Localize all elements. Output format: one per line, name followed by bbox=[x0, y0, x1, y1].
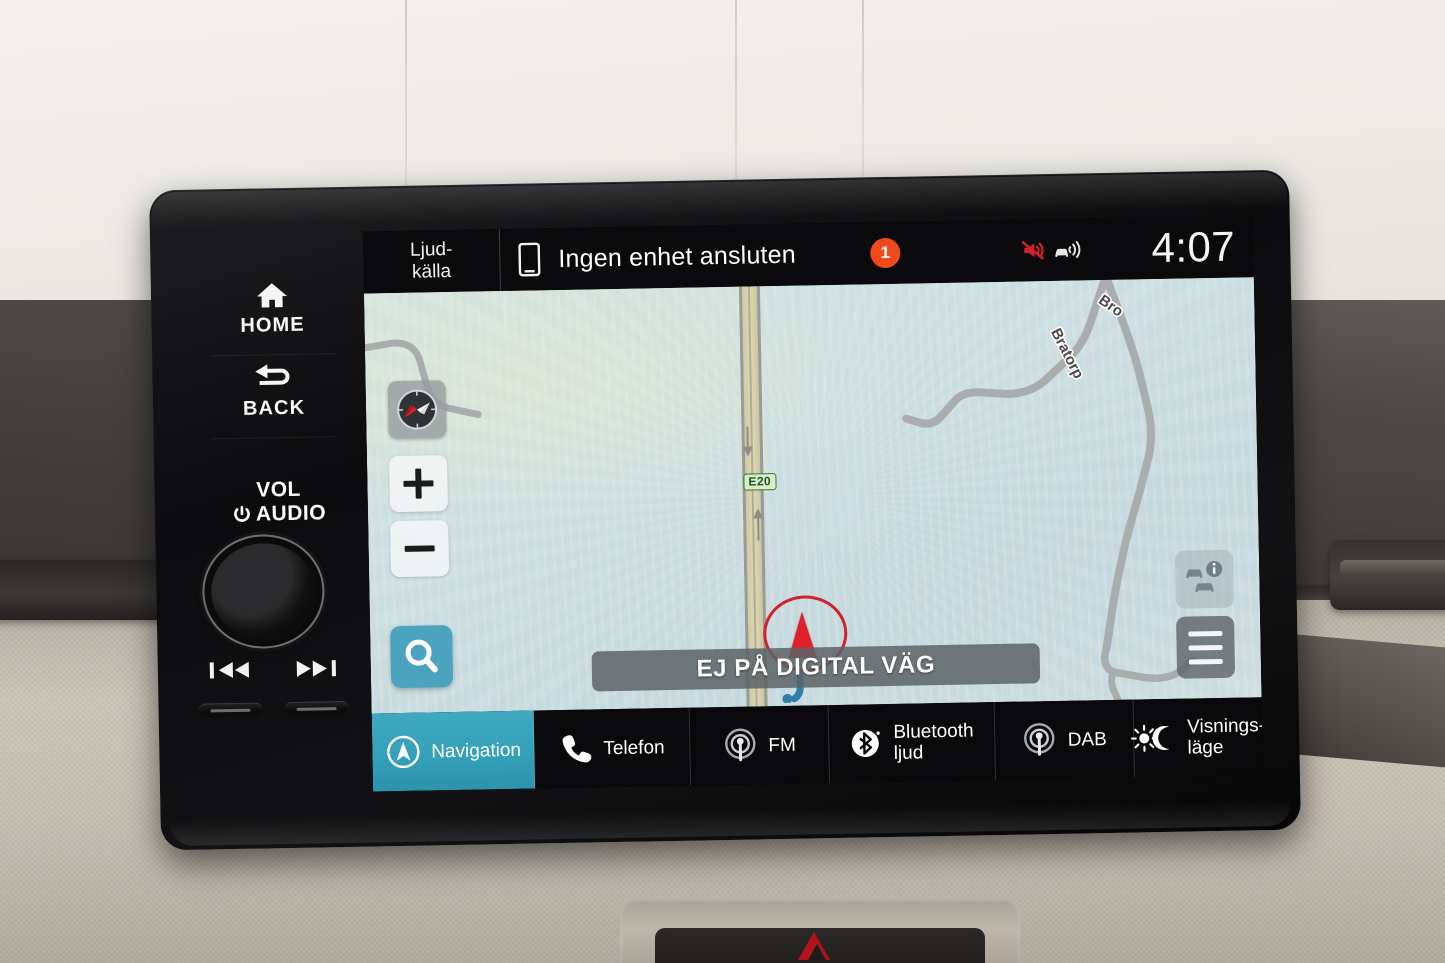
next-track-key-cap[interactable] bbox=[284, 700, 349, 717]
map-menu-button[interactable] bbox=[1176, 615, 1236, 679]
plus-icon-vertical bbox=[415, 468, 422, 499]
zoom-in-button[interactable] bbox=[388, 455, 448, 513]
home-button-label: HOME bbox=[240, 313, 305, 337]
tab-bluetooth-ljud[interactable]: Bluetooth ljud bbox=[828, 702, 996, 784]
hamburger-icon-line bbox=[1188, 644, 1223, 651]
sun-moon-icon bbox=[1131, 722, 1178, 755]
audio-source-button[interactable]: Ljud- källa bbox=[363, 238, 500, 284]
cars-info-icon bbox=[1186, 561, 1223, 592]
highway-shield-e20: E20 bbox=[743, 473, 777, 491]
minus-icon bbox=[404, 545, 435, 552]
home-icon bbox=[209, 271, 336, 315]
hazard-triangle-inner bbox=[808, 944, 826, 960]
audio-source-label-line1: Ljud- bbox=[409, 238, 453, 261]
car-signal-icon bbox=[1053, 237, 1081, 262]
phone-handset-icon bbox=[559, 731, 594, 766]
motorway-direction-arrow-up bbox=[752, 508, 764, 519]
air-vent-right-slat bbox=[1340, 560, 1445, 576]
hamburger-icon-line bbox=[1188, 630, 1223, 637]
next-track-button[interactable] bbox=[284, 657, 350, 748]
volume-label-group: VOL AUDIO bbox=[198, 477, 359, 528]
search-button[interactable] bbox=[390, 625, 454, 689]
tab-telefon-label: Telefon bbox=[603, 736, 665, 759]
motorway-direction-stem bbox=[745, 426, 749, 449]
source-tab-bar: Navigation Telefon FM Bluetooth ljud DAB… bbox=[371, 697, 1263, 792]
back-button-label: BACK bbox=[242, 396, 306, 420]
tab-fm[interactable]: FM bbox=[689, 705, 830, 786]
hamburger-icon-line bbox=[1188, 658, 1223, 665]
notification-badge[interactable]: 1 bbox=[870, 237, 901, 269]
zoom-out-button[interactable] bbox=[390, 520, 450, 578]
tab-visningslage[interactable]: Visnings- läge bbox=[1131, 697, 1263, 777]
map-canvas[interactable]: E20 Bratorp Bro EJ PÅ DIGITAL VÄG bbox=[363, 277, 1262, 714]
compass-button[interactable] bbox=[387, 380, 447, 440]
connection-status-text: Ingen enhet ansluten bbox=[558, 240, 797, 273]
tab-bluetooth-ljud-label: Bluetooth ljud bbox=[893, 720, 974, 764]
screenshot-root: HOME BACK VOL AUDIO Ljud- källa Ingen en… bbox=[0, 0, 1445, 963]
status-icon-group bbox=[1020, 237, 1081, 262]
smartphone-icon bbox=[500, 242, 559, 277]
motorway-direction-stem bbox=[757, 518, 760, 541]
tab-telefon[interactable]: Telefon bbox=[534, 707, 691, 789]
back-button[interactable]: BACK bbox=[210, 354, 338, 440]
previous-track-button[interactable] bbox=[198, 659, 264, 750]
tab-dab[interactable]: DAB bbox=[994, 699, 1135, 781]
bluetooth-icon bbox=[849, 726, 884, 761]
motorway-direction-arrow-down bbox=[742, 446, 754, 457]
clock: 4:07 bbox=[1151, 222, 1236, 272]
navigation-compass-icon bbox=[385, 734, 422, 771]
compass-icon bbox=[397, 389, 438, 430]
power-icon bbox=[232, 505, 252, 525]
skip-forward-icon bbox=[284, 657, 348, 680]
touchscreen-display[interactable]: Ljud- källa Ingen enhet ansluten 1 4:07 … bbox=[362, 215, 1263, 792]
tab-fm-label: FM bbox=[768, 734, 797, 756]
radio-antenna-icon bbox=[1021, 722, 1058, 759]
tab-visningslage-label: Visnings- läge bbox=[1186, 715, 1263, 759]
home-button[interactable]: HOME bbox=[208, 271, 337, 357]
tab-navigation-label: Navigation bbox=[431, 739, 522, 762]
radio-antenna-icon bbox=[722, 727, 759, 764]
media-key-group bbox=[198, 657, 350, 750]
audio-label: AUDIO bbox=[255, 501, 327, 526]
volume-label-line2-row: AUDIO bbox=[199, 501, 359, 528]
hardware-key-column: HOME BACK bbox=[208, 271, 338, 440]
skip-back-icon bbox=[198, 659, 262, 682]
volume-label-line1: VOL bbox=[256, 477, 302, 502]
head-unit: HOME BACK VOL AUDIO Ljud- källa Ingen en… bbox=[149, 169, 1301, 851]
previous-track-key-cap[interactable] bbox=[198, 702, 263, 718]
audio-source-label-line2: källa bbox=[411, 260, 452, 283]
traffic-info-button[interactable] bbox=[1174, 549, 1234, 609]
tab-navigation[interactable]: Navigation bbox=[371, 710, 536, 792]
map-status-banner: EJ PÅ DIGITAL VÄG bbox=[591, 643, 1041, 692]
magnifier-icon bbox=[405, 639, 438, 673]
tab-dab-label: DAB bbox=[1067, 728, 1107, 751]
traffic-broadcast-muted-icon bbox=[1020, 238, 1046, 262]
back-arrow-icon bbox=[210, 354, 337, 398]
